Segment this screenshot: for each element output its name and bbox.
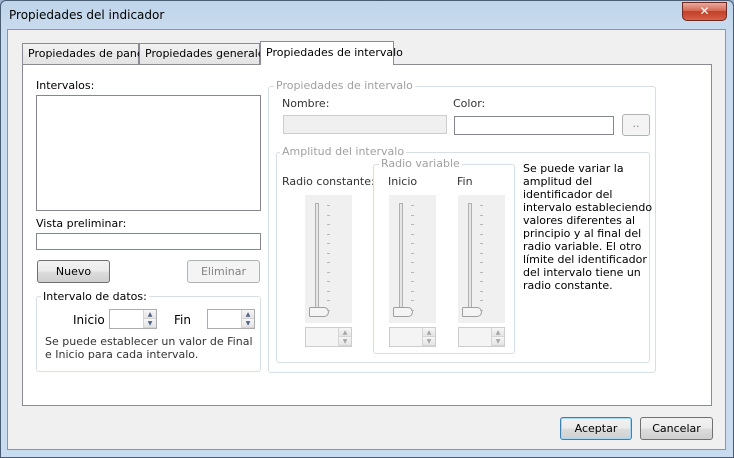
tab-label: Propiedades generales [145,47,271,60]
color-label: Color: [453,97,486,110]
spin-up-icon[interactable]: ▲ [242,310,254,319]
delete-interval-button[interactable]: Eliminar [187,260,260,283]
data-start-spinner[interactable]: ▲ ▼ [109,309,157,329]
new-interval-button[interactable]: Nuevo [37,260,110,283]
slider-tick [327,205,330,206]
slider-thumb[interactable] [393,307,413,317]
intervals-listbox[interactable] [36,95,261,211]
slider-tick [411,271,414,273]
tab-label: Propiedades de intervalo [266,46,403,59]
data-end-label: Fin [174,313,191,327]
color-swatch[interactable] [454,116,614,135]
preview-box [36,233,261,250]
tab-general-properties[interactable]: Propiedades generales [139,43,270,65]
color-picker-button[interactable]: .. [622,114,650,136]
variable-radius-group-title: Radio variable [379,157,462,170]
spin-down-icon[interactable]: ▼ [144,319,156,328]
variable-start-label: Inicio [388,175,418,188]
slider-tick [480,233,483,235]
data-interval-group-title: Intervalo de datos: [41,290,149,303]
slider-tick [480,309,483,311]
slider-tick [411,243,414,244]
intervals-label: Intervalos: [36,79,95,92]
data-interval-note: Se puede establecer un valor de Final e … [45,335,253,361]
slider-tick [480,281,483,282]
constant-radius-slider[interactable] [305,195,352,323]
slider-tick [480,262,483,263]
variable-end-spinner[interactable]: ▲ ▼ [458,327,505,347]
variable-end-slider[interactable] [458,195,505,323]
slider-tick [480,224,483,225]
slider-tick [411,214,414,216]
constant-radius-spinner[interactable]: ▲ ▼ [305,327,352,347]
slider-tick [327,224,330,225]
slider-tick [327,252,330,254]
slider-tick [411,262,414,263]
variable-start-spinner[interactable]: ▲ ▼ [389,327,436,347]
spin-down-icon[interactable]: ▼ [242,319,254,328]
data-end-spinner[interactable]: ▲ ▼ [207,309,255,329]
slider-tick [480,252,483,254]
variable-start-slider[interactable] [389,195,436,323]
slider-tick [480,214,483,216]
close-icon: ✕ [699,4,710,18]
tab-panel-properties[interactable]: Propiedades de panel [22,43,147,65]
window-title: Propiedades del indicador [9,8,165,22]
amplitude-description: Se puede variar la amplitud del identifi… [523,162,653,292]
preview-label: Vista preliminar: [36,217,127,230]
spin-down-icon[interactable]: ▼ [339,337,351,346]
slider-tick [327,262,330,263]
constant-radius-label: Radio constante: [282,175,375,188]
slider-tick [327,271,330,273]
slider-tick [327,243,330,244]
slider-tick [480,243,483,244]
slider-tick [327,300,330,301]
slider-tick [327,214,330,216]
cancel-button[interactable]: Cancelar [640,417,713,440]
slider-tick [327,233,330,235]
slider-tick [411,290,414,292]
slider-tick [480,271,483,273]
slider-tick [411,281,414,282]
spin-up-icon[interactable]: ▲ [339,328,351,337]
interval-properties-group-title: Propiedades de intervalo [274,79,415,92]
name-input[interactable] [283,115,447,134]
slider-tick [480,300,483,301]
tab-label: Propiedades de panel [28,47,147,60]
slider-tick [327,281,330,282]
data-start-label: Inicio [73,313,105,327]
accept-button[interactable]: Aceptar [560,417,632,440]
slider-tick [411,300,414,301]
spin-down-icon[interactable]: ▼ [492,337,504,346]
name-label: Nombre: [282,97,330,110]
title-bar[interactable]: Propiedades del indicador ✕ [1,1,733,31]
slider-tick [411,205,414,206]
slider-tick [327,309,330,311]
slider-tick [327,290,330,292]
spin-up-icon[interactable]: ▲ [144,310,156,319]
close-button[interactable]: ✕ [682,2,727,21]
slider-tick [411,309,414,311]
variable-end-label: Fin [457,175,473,188]
slider-thumb[interactable] [309,307,329,317]
slider-thumb[interactable] [462,307,482,317]
spin-down-icon[interactable]: ▼ [423,337,435,346]
slider-tick [480,205,483,206]
slider-tick [411,233,414,235]
spin-up-icon[interactable]: ▲ [492,328,504,337]
tab-interval-properties[interactable]: Propiedades de intervalo [260,41,403,65]
slider-tick [411,252,414,254]
slider-tick [480,290,483,292]
slider-tick [411,224,414,225]
spin-up-icon[interactable]: ▲ [423,328,435,337]
